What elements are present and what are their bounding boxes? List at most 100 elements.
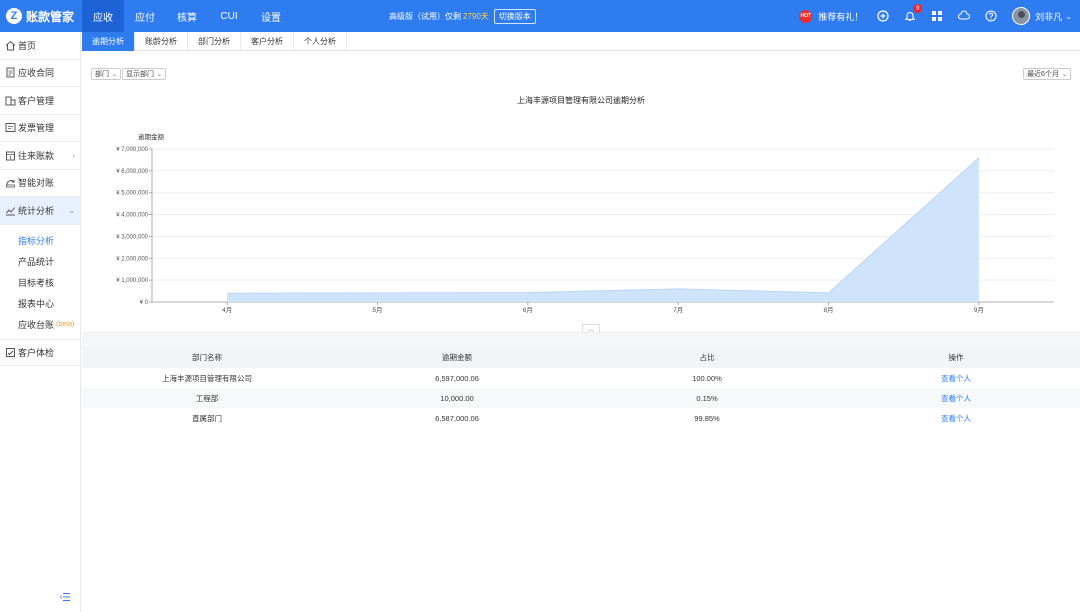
view-person-link[interactable]: 查看个人 [832,408,1080,428]
dimension-select[interactable]: 部门 ⌄ [91,68,122,80]
overdue-amount: 6,587,000.06 [435,413,479,423]
nav-settings[interactable]: 设置 [250,0,292,32]
nav-cui[interactable]: CUI [208,0,250,32]
avatar[interactable] [1012,7,1031,25]
column-header-action: 操作 [832,347,1080,368]
sidebar-item-label: 客户管理 [18,95,55,106]
sidebar-item-reconcile[interactable]: 智能对账 [0,170,80,197]
x-tick-label: 6月 [523,306,533,314]
sidebar-item-statistics[interactable]: 统计分析 ⌄ [0,197,80,225]
tab-personal[interactable]: 个人分析 [294,32,347,51]
home-icon [5,40,16,51]
x-tick-label: 4月 [222,306,232,314]
nav-payable[interactable]: 应付 [124,0,166,32]
contract-icon [5,67,16,78]
sidebar-subitem-indicators[interactable]: 指标分析 [0,230,80,251]
add-circle-icon[interactable] [877,10,889,22]
notification-badge: 9 [913,4,923,13]
statistics-submenu: 指标分析 产品统计 目标考核 报表中心 应收台账 (beta) [0,225,80,335]
overdue-area-chart: 逾期金额 ¥ 0 ¥ 1,000,000 ¥ 2,000,000 ¥ 3,000,000… [116,132,1054,314]
cloud-service-icon[interactable] [958,10,971,22]
sidebar-item-checkup[interactable]: 客户体检 [0,338,80,366]
y-tick-label: ¥ 0 [140,300,149,306]
ratio: 100.00% [692,373,722,383]
beta-tag: (beta) [56,320,75,328]
main-content: 逾期分析 账龄分析 部门分析 客户分析 个人分析 部门 ⌄ 显示部门 ⌄ 最近6… [82,32,1080,612]
overdue-amount: 10,000.00 [332,388,582,408]
y-tick-label: ¥ 3,000,000 [116,234,148,240]
sidebar-subitem-targets[interactable]: 目标考核 [0,272,80,293]
y-tick-label: ¥ 4,000,000 [116,213,148,219]
app-name: 账款管家 [26,9,75,24]
header-tools: HOT 推荐有礼！ 9 刘非凡 ⌄ [799,0,1072,32]
sidebar-item-home[interactable]: 首页 [0,32,80,60]
tab-overdue[interactable]: 逾期分析 [82,32,135,51]
user-name[interactable]: 刘非凡 [1035,10,1062,23]
sidebar-item-label: 往来账款 [18,150,55,161]
department-table: 部门名称 逾期金额 占比 操作 上海丰源项目管理有限公司 6,597,000.0… [82,347,1080,428]
ratio: 0.15% [582,388,832,408]
chart-filters: 部门 ⌄ 显示部门 ⌄ [91,68,167,80]
x-tick-label: 5月 [372,306,382,314]
sidebar-item-customers[interactable]: 客户管理 [0,87,80,115]
chevron-down-icon[interactable]: ⌄ [1065,12,1072,21]
y-axis-label: 逾期金额 [138,132,165,141]
switch-version-button[interactable]: 切换版本 [493,9,536,24]
sidebar-item-accounts[interactable]: 往来账款 › [0,142,80,170]
invoice-icon [5,122,16,133]
section-gap [82,333,1080,347]
customer-icon [5,95,16,106]
stats-icon [5,205,16,216]
department-name: 工程部 [82,388,332,408]
chevron-right-icon: › [72,150,75,160]
app-logo[interactable]: Z 账款管家 [0,8,82,25]
referral-link[interactable]: 推荐有礼！ [818,10,863,23]
view-person-link[interactable]: 查看个人 [832,388,1080,408]
trial-days: 2790天 [463,12,489,21]
view-person-link[interactable]: 查看个人 [832,368,1080,388]
sidebar-subitem-reports[interactable]: 报表中心 [0,293,80,314]
help-icon[interactable] [985,10,997,22]
column-header-amount: 逾期金额 [332,347,582,368]
column-header-ratio: 占比 [582,347,832,368]
department-select[interactable]: 显示部门 ⌄ [122,68,167,80]
tab-customer[interactable]: 客户分析 [241,32,294,51]
department-name: 直属部门 [192,413,222,423]
sidebar-subitem-ledger[interactable]: 应收台账 (beta) [0,314,80,335]
dimension-value: 部门 [95,71,109,78]
sidebar-item-contracts[interactable]: 应收合同 [0,60,80,87]
ledger-icon [5,150,16,161]
sidebar-item-label: 应收合同 [18,68,55,79]
apps-grid-icon[interactable] [931,10,943,22]
reconcile-icon [5,177,16,188]
bell-icon[interactable]: 9 [904,4,923,22]
time-range-value: 最近6个月 [1027,71,1059,78]
version-text: 高级版（试用）仅剩 [389,12,461,21]
nav-receivable[interactable]: 应收 [82,0,124,32]
sidebar-item-label: 首页 [18,40,37,51]
y-tick-label: ¥ 5,000,000 [116,191,148,197]
column-header-department: 部门名称 [82,347,332,368]
ratio: 99.85% [694,413,720,423]
x-tick-label: 8月 [823,306,833,314]
collapse-sidebar-icon[interactable] [60,592,71,602]
chart-title: 上海丰源项目管理有限公司逾期分析 [517,96,645,105]
y-tick-label: ¥ 2,000,000 [116,256,148,262]
tab-aging[interactable]: 账龄分析 [135,32,188,51]
main-nav: 应收 应付 核算 CUI 设置 [82,0,292,32]
table-row: 工程部 10,000.00 0.15% 查看个人 [82,388,1080,408]
sidebar-subitem-label: 应收台账 [18,319,55,330]
table-row: 上海丰源项目管理有限公司 6,597,000.06 100.00% 查看个人 [82,368,1080,388]
analysis-tabs: 逾期分析 账龄分析 部门分析 客户分析 个人分析 [82,32,1080,51]
nav-accounting[interactable]: 核算 [166,0,208,32]
hot-badge: HOT [799,9,813,23]
sidebar: 首页 应收合同 客户管理 发票管理 往来账款 › 智能对账 统计分析 ⌄ 指标分… [0,32,81,612]
chevron-down-icon: ⌄ [68,205,75,215]
y-tick-label: ¥ 1,000,000 [116,278,148,284]
sidebar-item-invoices[interactable]: 发票管理 [0,115,80,142]
logo-mark: Z [6,8,22,24]
tab-department[interactable]: 部门分析 [188,32,241,51]
time-range-select[interactable]: 最近6个月 ⌄ [1023,68,1071,80]
sidebar-subitem-products[interactable]: 产品统计 [0,251,80,272]
table-row: 直属部门 6,587,000.06 99.85% 查看个人 [82,408,1080,428]
